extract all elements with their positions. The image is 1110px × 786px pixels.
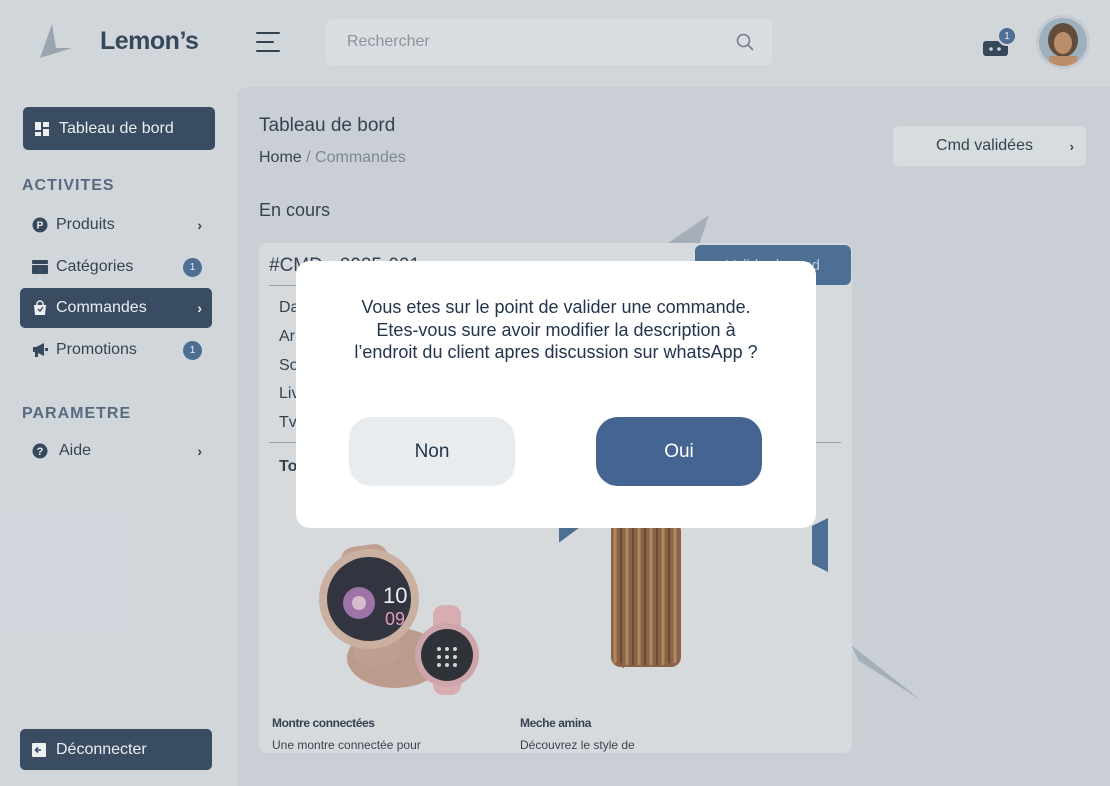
cancel-button[interactable]: Non	[349, 417, 515, 486]
confirm-button[interactable]: Oui	[596, 417, 762, 486]
confirm-dialog: Vous etes sur le point de valider une co…	[296, 261, 816, 528]
confirm-message: Vous etes sur le point de valider une co…	[354, 297, 758, 362]
